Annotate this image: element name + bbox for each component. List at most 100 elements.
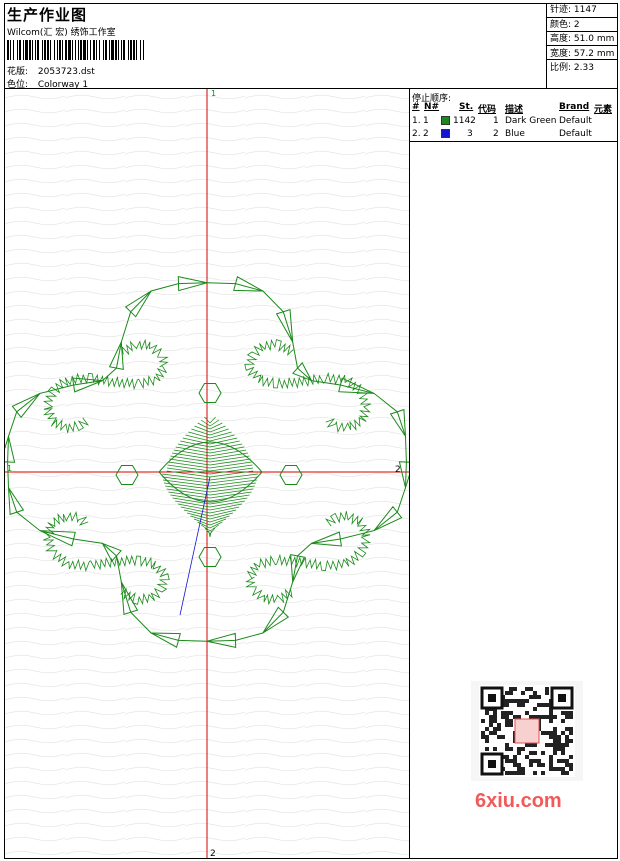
barcode-bar [140, 40, 141, 60]
qr-finder-center [488, 760, 496, 768]
qr-module [533, 695, 537, 699]
qr-module [501, 735, 505, 739]
stats-panel: 针迹: 1147 颜色: 2 高度: 51.0 mm 宽度: 57.2 mm 比… [546, 3, 618, 89]
qr-module [549, 743, 553, 747]
design-label: 花版: [7, 67, 29, 77]
stats-row-divider [546, 45, 618, 46]
qr-module [545, 743, 549, 747]
qr-module [517, 715, 521, 719]
watermark-brand: 6xiu.com [475, 790, 562, 812]
qr-module [509, 747, 513, 751]
stats-row-divider [546, 31, 618, 32]
qr-module [509, 699, 513, 703]
barcode-bar [42, 40, 43, 60]
qr-module [485, 747, 489, 751]
qr-module [513, 715, 517, 719]
qr-module [529, 759, 533, 763]
qr-module [561, 711, 565, 715]
qr-module [517, 699, 521, 703]
stats-row-divider [546, 59, 618, 60]
col-element: 元素 [594, 105, 613, 115]
barcode-bar [130, 40, 132, 60]
qr-module [561, 731, 565, 735]
qr-module [553, 739, 557, 743]
qr-module [525, 743, 529, 747]
qr-module [493, 719, 497, 723]
barcode-bar [78, 40, 79, 60]
qr-module [521, 747, 525, 751]
header-info: 生产作业图 Wilcom(汇 宏) 绣饰工作室 花版: 2053723.dst … [5, 4, 545, 90]
barcode-bar [123, 40, 125, 60]
qr-module [545, 691, 549, 695]
barcode-bar [23, 40, 24, 60]
qr-module [509, 719, 513, 723]
barcode-bar [59, 40, 61, 60]
page-title: 生产作业图 [7, 6, 88, 24]
qr-module [517, 771, 521, 775]
qr-module [569, 715, 573, 719]
qr-module [513, 771, 517, 775]
barcode-bar [93, 40, 95, 60]
qr-module [557, 743, 561, 747]
qr-module [505, 711, 509, 715]
qr-module [565, 735, 569, 739]
barcode-bar [35, 40, 36, 60]
barcode-bar [44, 40, 46, 60]
qr-finder-center [558, 694, 566, 702]
barcode-bar [103, 40, 104, 60]
stats-row-divider [546, 17, 618, 18]
qr-module [569, 727, 573, 731]
qr-module [561, 743, 565, 747]
qr-module [505, 699, 509, 703]
qr-module [525, 699, 529, 703]
qr-module [505, 715, 509, 719]
qr-module [533, 771, 537, 775]
qr-module [553, 735, 557, 739]
col-code: 代码 [478, 105, 497, 115]
qr-module [521, 691, 525, 695]
qr-module [557, 735, 561, 739]
qr-module [565, 759, 569, 763]
qr-module [521, 699, 525, 703]
barcode-bar [65, 40, 67, 60]
qr-module [569, 739, 573, 743]
qr-module [505, 743, 509, 747]
qr-module [513, 699, 517, 703]
axis-label-bottom: 2 [210, 849, 216, 858]
qr-module [541, 771, 545, 775]
qr-module [525, 711, 529, 715]
barcode-bar [99, 40, 100, 60]
barcode-bar [19, 40, 21, 60]
qr-finder-center [488, 694, 496, 702]
qr-module [557, 747, 561, 751]
qr-module [561, 759, 565, 763]
stat-colors: 颜色: 2 [550, 19, 580, 30]
qr-module [545, 687, 549, 691]
qr-module [557, 767, 561, 771]
qr-logo-seal [514, 718, 540, 744]
barcode [7, 40, 144, 60]
qr-module [533, 759, 537, 763]
qr-module [549, 711, 553, 715]
barcode-bar [17, 40, 18, 60]
qr-module [565, 771, 569, 775]
qr-module [565, 711, 569, 715]
col-brand: Brand [559, 102, 590, 112]
qr-module [509, 759, 513, 763]
embroidery-preview[interactable]: 1 2 1 2 [5, 89, 409, 858]
design-value: 2053723.dst [37, 67, 95, 77]
barcode-bar [62, 40, 63, 60]
barcode-bar [37, 40, 39, 60]
qr-module [545, 731, 549, 735]
qr-module [569, 755, 573, 759]
qr-module [541, 731, 545, 735]
barcode-bar [72, 40, 73, 60]
qr-module [561, 747, 565, 751]
qr-module [549, 719, 553, 723]
col-desc: 描述 [505, 105, 524, 115]
qr-module [533, 743, 537, 747]
qr-module [533, 715, 537, 719]
qr-module [561, 719, 565, 723]
barcode-bar [25, 40, 28, 60]
barcode-bar [121, 40, 122, 60]
